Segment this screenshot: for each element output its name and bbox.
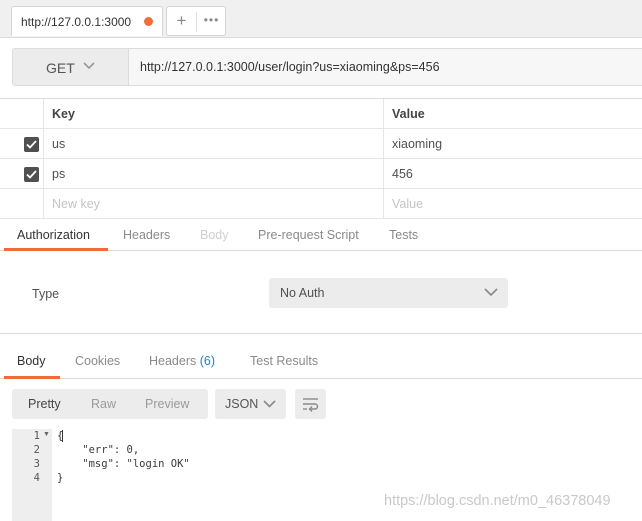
chevron-down-icon [83, 62, 95, 70]
code-line: "err": 0, [57, 444, 140, 456]
params-table: Key Value us xiaoming ps 456 New key Val… [0, 98, 642, 219]
preview-button[interactable]: Preview [145, 397, 189, 411]
key-header-label: Key [52, 107, 75, 121]
line-number: 2 [33, 444, 40, 456]
method-select[interactable]: GET [13, 49, 129, 85]
active-tab-indicator [4, 248, 108, 251]
wrap-lines-icon [303, 398, 319, 412]
headers-count-badge: (6) [199, 354, 216, 368]
response-headers-label: Headers [149, 354, 197, 368]
active-response-tab-indicator [4, 376, 60, 379]
checkmark-icon [26, 170, 37, 179]
tab-response-body[interactable]: Body [17, 354, 46, 368]
value-column-header: Value [384, 99, 642, 128]
param-value: 456 [392, 167, 413, 181]
code-line: "msg": "login OK" [57, 458, 190, 470]
add-tab-button[interactable]: + [167, 7, 196, 35]
format-select[interactable]: JSON [215, 389, 286, 419]
new-param-row: New key Value [0, 189, 642, 219]
code-line: } [57, 472, 64, 484]
url-bar: GET http://127.0.0.1:3000/user/login?us=… [12, 48, 642, 86]
tab-headers[interactable]: Headers [123, 228, 170, 242]
tab-title: http://127.0.0.1:3000 [21, 15, 132, 29]
new-value-input[interactable]: Value [384, 189, 642, 218]
method-label: GET [46, 60, 75, 76]
watermark: https://blog.csdn.net/m0_46378049 [384, 493, 611, 509]
tab-response-headers[interactable]: Headers (6) [149, 354, 215, 368]
line-number-gutter: 1 ▼ 2 3 4 [12, 429, 52, 521]
param-value: xiaoming [392, 137, 443, 151]
checkmark-icon [26, 140, 37, 149]
param-value-cell[interactable]: xiaoming [384, 129, 642, 158]
tab-cookies[interactable]: Cookies [75, 354, 120, 368]
pretty-button[interactable]: Pretty [28, 397, 61, 411]
authorization-panel: Type No Auth [0, 252, 642, 334]
param-checkbox-cell [0, 159, 44, 188]
param-checkbox[interactable] [24, 167, 39, 182]
header-checkbox-cell [0, 99, 44, 128]
param-row: ps 456 [0, 159, 642, 189]
param-key-cell[interactable]: us [44, 129, 384, 158]
param-key: ps [52, 167, 66, 181]
line-number: 3 [33, 458, 40, 470]
param-key-cell[interactable]: ps [44, 159, 384, 188]
tab-bar: http://127.0.0.1:3000 + ••• [0, 0, 642, 38]
format-value: JSON [225, 397, 259, 411]
tab-actions: + ••• [166, 6, 226, 36]
tab-tests[interactable]: Tests [389, 228, 418, 242]
new-value-placeholder: Value [392, 197, 424, 211]
tab-authorization[interactable]: Authorization [17, 228, 90, 242]
line-number: 1 [33, 430, 40, 442]
new-param-checkbox-cell [0, 189, 44, 218]
unsaved-dot-icon [144, 17, 153, 26]
chevron-down-icon [263, 400, 276, 408]
auth-type-label: Type [32, 287, 60, 301]
param-checkbox-cell [0, 129, 44, 158]
tab-pre-request-script[interactable]: Pre-request Script [258, 228, 359, 242]
fold-arrow-icon[interactable]: ▼ [43, 431, 50, 438]
param-row: us xiaoming [0, 129, 642, 159]
url-input[interactable]: http://127.0.0.1:3000/user/login?us=xiao… [140, 60, 440, 74]
view-mode-group: Pretty Raw Preview [12, 389, 208, 419]
key-column-header: Key [44, 99, 384, 128]
response-tabs: Body Cookies Headers (6) Test Results [0, 344, 642, 379]
param-value-cell[interactable]: 456 [384, 159, 642, 188]
auth-type-value: No Auth [280, 286, 325, 300]
tab-test-results[interactable]: Test Results [250, 354, 318, 368]
new-key-input[interactable]: New key [44, 189, 384, 218]
new-key-placeholder: New key [52, 197, 100, 211]
chevron-down-icon [484, 288, 498, 297]
more-options-button[interactable]: ••• [197, 7, 226, 35]
raw-button[interactable]: Raw [91, 397, 116, 411]
tab-body[interactable]: Body [200, 228, 229, 242]
wrap-lines-button[interactable] [295, 389, 326, 419]
param-key: us [52, 137, 66, 151]
param-checkbox[interactable] [24, 137, 39, 152]
text-cursor [62, 430, 63, 442]
auth-type-select[interactable]: No Auth [269, 278, 508, 308]
params-header-row: Key Value [0, 99, 642, 129]
request-tabs: Authorization Headers Body Pre-request S… [0, 219, 642, 251]
value-header-label: Value [392, 107, 425, 121]
line-number: 4 [33, 472, 40, 484]
request-tab[interactable]: http://127.0.0.1:3000 [11, 6, 163, 36]
